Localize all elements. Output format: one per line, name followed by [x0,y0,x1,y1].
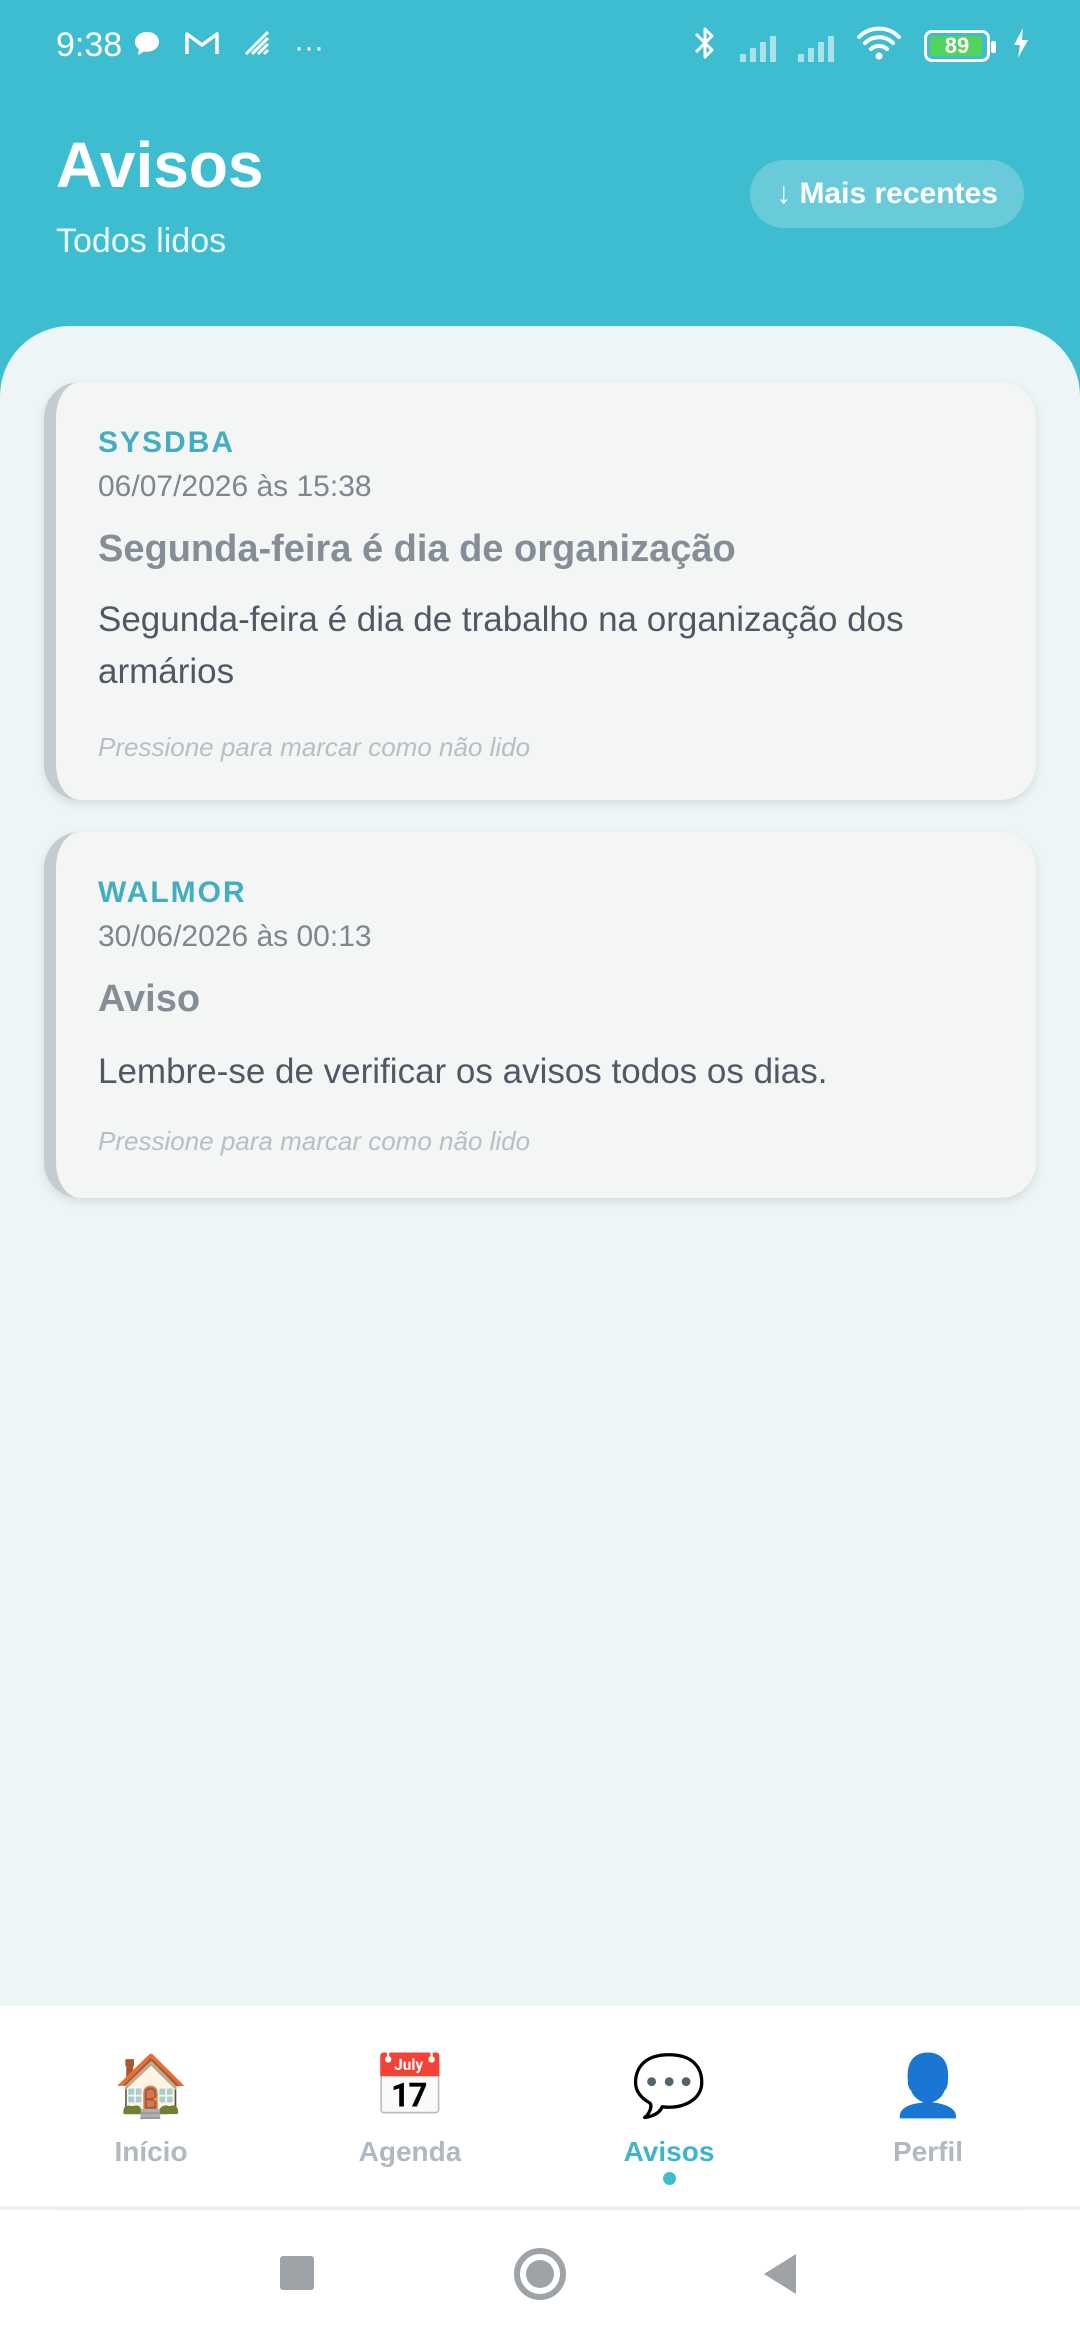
page-title: Avisos [56,129,264,201]
sort-button[interactable]: ↓ Mais recentes [750,160,1024,228]
notice-title: Segunda-feira é dia de organização [98,528,736,570]
notice-author: WALMOR [98,876,247,909]
more-dots-icon: ··· [294,30,324,64]
nav-item-agenda[interactable]: 📅 Agenda [310,2046,510,2196]
mark-unread-hint: Pressione para marcar como não lido [98,732,531,762]
gmail-icon [184,29,220,66]
notice-date: 30/06/2026 às 00:13 [98,920,372,953]
signal-x-icon [740,30,776,62]
notice-card[interactable]: WALMOR 30/06/2026 às 00:13 Aviso Lembre-… [44,832,1036,1198]
signal-x-icon [798,30,834,62]
notice-body: Lembre-se de verificar os avisos todos o… [98,1052,828,1091]
nav-item-avisos[interactable]: 💬 Avisos [569,2046,769,2196]
notice-author: SYSDBA [98,426,236,459]
charging-icon [1012,27,1030,64]
wifi-icon [856,25,902,66]
notices-list: SYSDBA 06/07/2026 às 15:38 Segunda-feira… [0,326,1080,2006]
battery-icon: 89 [924,29,996,62]
user-silhouette-icon: 👤 [890,2052,966,2119]
speech-bubble-icon: 💬 [631,2052,707,2119]
recents-button[interactable] [280,2256,314,2290]
house-icon: 🏠 [113,2052,189,2119]
battery-level: 89 [944,32,970,58]
notice-title: Aviso [98,978,201,1020]
home-button[interactable] [514,2248,566,2300]
page-subtitle: Todos lidos [56,222,227,260]
back-button[interactable] [764,2254,796,2294]
calendar-icon: 📅 [372,2052,448,2119]
nav-item-perfil[interactable]: 👤 Perfil [828,2046,1028,2196]
bluetooth-icon [692,24,718,67]
chat-icon [132,28,162,67]
notice-body: Segunda-feira é dia de trabalho na organ… [98,600,904,691]
active-indicator-dot [663,2172,676,2185]
nav-item-inicio[interactable]: 🏠 Início [51,2046,251,2196]
status-bar: 9:38 ··· 89 [0,0,1080,96]
status-left-icons: ··· [132,28,324,67]
bottom-nav: 🏠 Início 📅 Agenda 💬 Avisos 👤 Perfil [0,2006,1080,2206]
status-time: 9:38 [56,26,123,64]
notices-screen: 9:38 ··· 89 Avisos Todos lidos ↓ Mais re… [0,0,1080,2340]
notice-date: 06/07/2026 às 15:38 [98,470,372,503]
nav-label: Agenda [358,2136,462,2167]
nav-label: Início [114,2136,188,2167]
nav-label: Perfil [892,2136,964,2167]
signal-app-icon [242,28,272,67]
notice-card[interactable]: SYSDBA 06/07/2026 às 15:38 Segunda-feira… [44,382,1036,800]
nav-label: Avisos [623,2136,715,2167]
status-right-icons: 89 [692,24,1030,67]
mark-unread-hint: Pressione para marcar como não lido [98,1126,531,1156]
system-nav-bar [0,2210,1080,2340]
